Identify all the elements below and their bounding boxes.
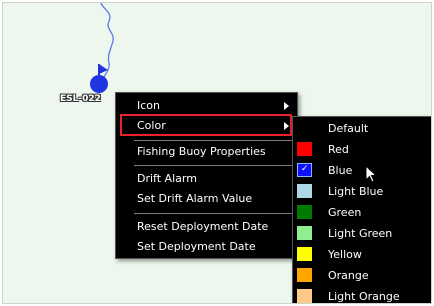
menu-item-label: Drift Alarm — [137, 172, 197, 185]
light-orange-swatch-icon — [297, 289, 312, 303]
menu-item-set-drift-alarm-value[interactable]: Set Drift Alarm Value — [116, 189, 297, 209]
menu-separator — [134, 213, 293, 214]
light-green-swatch-icon — [297, 226, 312, 240]
light-blue-swatch-icon — [297, 184, 312, 198]
red-swatch-icon — [297, 142, 312, 156]
menu-item-label: Icon — [137, 99, 160, 112]
color-item-orange[interactable]: Orange — [293, 265, 431, 286]
chart-map-window: ESL-022 Icon Color Fishing Buoy Properti… — [2, 2, 432, 304]
color-item-light-orange[interactable]: Light Orange — [293, 286, 431, 303]
menu-item-fishing-buoy-properties[interactable]: Fishing Buoy Properties — [116, 142, 297, 162]
color-item-label: Green — [328, 206, 362, 219]
menu-item-set-deployment-date[interactable]: Set Deployment Date — [116, 237, 297, 257]
green-swatch-icon — [297, 205, 312, 219]
menu-item-drift-alarm[interactable]: Drift Alarm — [116, 169, 297, 189]
color-item-default[interactable]: Default — [293, 118, 431, 139]
menu-item-label: Color — [137, 119, 166, 132]
buoy-context-menu: Icon Color Fishing Buoy Properties Drift… — [115, 92, 298, 259]
menu-item-label: Fishing Buoy Properties — [137, 145, 266, 158]
check-icon: ✓ — [301, 164, 309, 174]
color-item-label: Light Blue — [328, 185, 384, 198]
color-item-label: Orange — [328, 269, 369, 282]
color-item-red[interactable]: Red — [293, 139, 431, 160]
orange-swatch-icon — [297, 268, 312, 282]
menu-separator — [134, 140, 293, 141]
chevron-right-icon — [284, 122, 289, 130]
mouse-pointer-icon — [365, 165, 378, 183]
blue-swatch-icon: ✓ — [297, 163, 312, 177]
color-item-label: Yellow — [328, 248, 362, 261]
color-submenu: Default Red ✓ Blue Light Blue Green Ligh… — [292, 116, 431, 303]
buoy-track-line — [100, 3, 114, 78]
menu-item-label: Reset Deployment Date — [137, 220, 269, 233]
color-item-label: Light Green — [328, 227, 393, 240]
buoy-icon[interactable] — [90, 64, 108, 93]
menu-item-icon[interactable]: Icon — [116, 96, 297, 116]
buoy-label: ESL-022 — [60, 94, 101, 104]
menu-item-reset-deployment-date[interactable]: Reset Deployment Date — [116, 217, 297, 237]
color-item-green[interactable]: Green — [293, 202, 431, 223]
menu-separator — [134, 165, 293, 166]
color-item-yellow[interactable]: Yellow — [293, 244, 431, 265]
color-item-label: Red — [328, 143, 349, 156]
menu-item-label: Set Deployment Date — [137, 240, 256, 253]
menu-item-label: Set Drift Alarm Value — [137, 192, 253, 205]
color-item-light-blue[interactable]: Light Blue — [293, 181, 431, 202]
chevron-right-icon — [284, 102, 289, 110]
color-item-label: Blue — [328, 164, 353, 177]
yellow-swatch-icon — [297, 247, 312, 261]
color-item-label: Light Orange — [328, 290, 400, 303]
menu-item-color[interactable]: Color — [116, 116, 297, 136]
color-item-light-green[interactable]: Light Green — [293, 223, 431, 244]
color-item-blue[interactable]: ✓ Blue — [293, 160, 431, 181]
color-item-label: Default — [328, 122, 369, 135]
